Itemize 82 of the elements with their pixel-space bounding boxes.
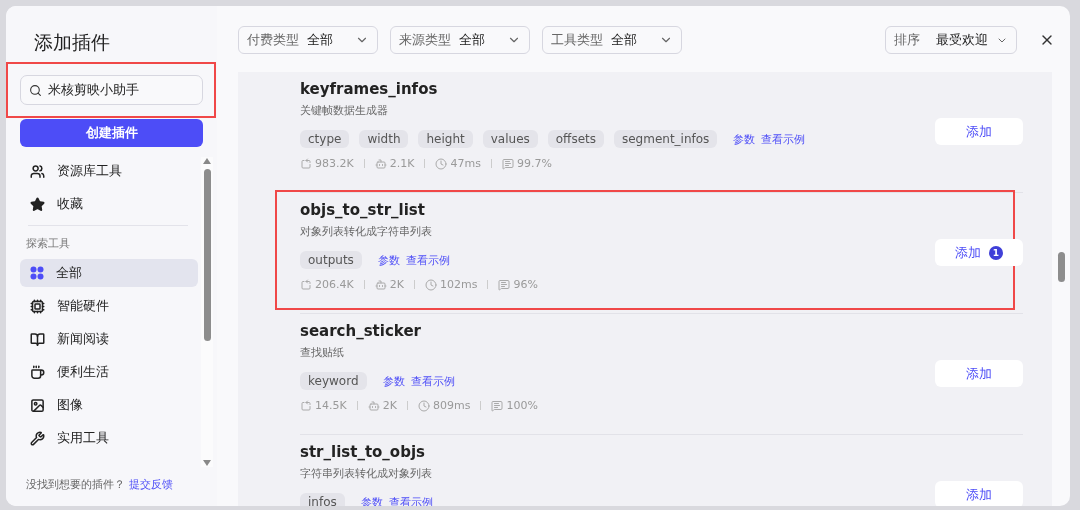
plugin-link[interactable]: 参数 <box>377 252 400 268</box>
param-tag: outputs <box>300 251 362 269</box>
plugin-link[interactable]: 查看示例 <box>761 131 806 147</box>
clock-icon <box>435 157 448 170</box>
stat-value: 983.2K <box>315 157 354 170</box>
add-button[interactable]: 添加 1 <box>935 239 1023 266</box>
sidebar-item[interactable]: 便利生活 <box>20 358 198 386</box>
add-button[interactable]: 添加 <box>935 118 1023 145</box>
sidebar-item[interactable]: 图像 <box>20 391 198 419</box>
sidebar-item[interactable]: 全部 <box>20 259 198 287</box>
search-field[interactable]: 米核剪映小助手 <box>20 75 203 105</box>
star-icon <box>30 196 45 212</box>
plugin-description: 查找贴纸 <box>300 345 345 360</box>
plugin-description: 字符串列表转化成对象列表 <box>300 466 433 481</box>
plugin-description: 对象列表转化成字符串列表 <box>300 224 433 239</box>
stat-value: 2K <box>382 399 397 412</box>
plugin-link[interactable]: 查看示例 <box>410 373 455 389</box>
stat-value: 102ms <box>439 278 478 291</box>
message-icon <box>498 278 511 291</box>
cycle-icon <box>300 157 312 170</box>
message-icon <box>501 157 514 170</box>
plugin-name: keyframes_infos <box>300 80 439 98</box>
plugin-name: search_sticker <box>300 322 422 340</box>
feedback-text: 没找到想要的插件？ 提交反馈 <box>25 477 174 492</box>
section-title: 探索工具 <box>26 236 71 251</box>
scroll-up-icon[interactable] <box>202 157 212 165</box>
cycle-icon <box>300 278 312 291</box>
param-tag: offsets <box>547 130 604 148</box>
scrollbar[interactable] <box>201 157 213 467</box>
sidebar-item[interactable]: 实用工具 <box>20 424 198 452</box>
grid-icon <box>30 266 44 280</box>
param-tag: values <box>482 130 538 148</box>
stat-value: 2K <box>389 278 404 291</box>
dialog-title: 添加插件 <box>34 30 111 55</box>
stat-value: 99.7% <box>516 157 552 170</box>
param-tag: segment_infos <box>613 130 718 148</box>
plugin-link[interactable]: 参数 <box>733 131 756 147</box>
plugin-link[interactable]: 查看示例 <box>405 252 450 268</box>
cup-icon <box>30 364 45 380</box>
bot-icon <box>374 157 387 170</box>
stat-value: 206.4K <box>315 278 354 291</box>
stat-value: 47ms <box>450 157 481 170</box>
stat-value: 96% <box>513 278 538 291</box>
sidebar-item[interactable]: 收藏 <box>20 190 198 218</box>
stat-value: 100% <box>506 399 538 412</box>
message-icon <box>491 399 504 412</box>
wrench-icon <box>30 430 45 446</box>
search-icon <box>29 83 42 97</box>
sort-dropdown[interactable]: 排序 最受欢迎 <box>885 26 1017 54</box>
chip-icon <box>30 298 45 314</box>
book-icon <box>30 331 45 347</box>
feedback-link[interactable]: 提交反馈 <box>129 478 173 491</box>
clock-icon <box>417 399 430 412</box>
plugin-link[interactable]: 参数 <box>382 373 405 389</box>
stat-value: 809ms <box>432 399 471 412</box>
param-tag: height <box>418 130 473 148</box>
sidebar-item[interactable]: 智能硬件 <box>20 292 198 320</box>
param-tag: ctype <box>300 130 350 148</box>
filter-dropdown[interactable]: 工具类型 全部 <box>542 26 682 54</box>
create-plugin-button[interactable]: 创建插件 <box>20 119 203 147</box>
scroll-down-icon[interactable] <box>202 459 212 467</box>
image-icon <box>30 397 45 413</box>
sidebar-item[interactable]: 新闻阅读 <box>20 325 198 353</box>
param-tag: keyword <box>300 372 367 390</box>
param-tag: infos <box>300 493 345 506</box>
people-icon <box>30 163 45 179</box>
plugin-name: str_list_to_objs <box>300 443 426 461</box>
param-tag: width <box>359 130 409 148</box>
bot-icon <box>367 399 380 412</box>
cycle-icon <box>300 399 312 412</box>
plugin-description: 关键帧数据生成器 <box>300 103 389 118</box>
sidebar-item[interactable]: 资源库工具 <box>20 157 198 185</box>
add-button[interactable]: 添加 <box>935 360 1023 387</box>
stat-value: 14.5K <box>315 399 347 412</box>
count-badge: 1 <box>989 245 1003 260</box>
filter-dropdown[interactable]: 付费类型 全部 <box>238 26 378 54</box>
filter-dropdown[interactable]: 来源类型 全部 <box>390 26 530 54</box>
clock-icon <box>424 278 437 291</box>
plugin-name: objs_to_str_list <box>300 201 426 219</box>
add-button[interactable]: 添加 <box>935 481 1023 506</box>
stat-value: 2.1K <box>389 157 415 170</box>
bot-icon <box>374 278 387 291</box>
